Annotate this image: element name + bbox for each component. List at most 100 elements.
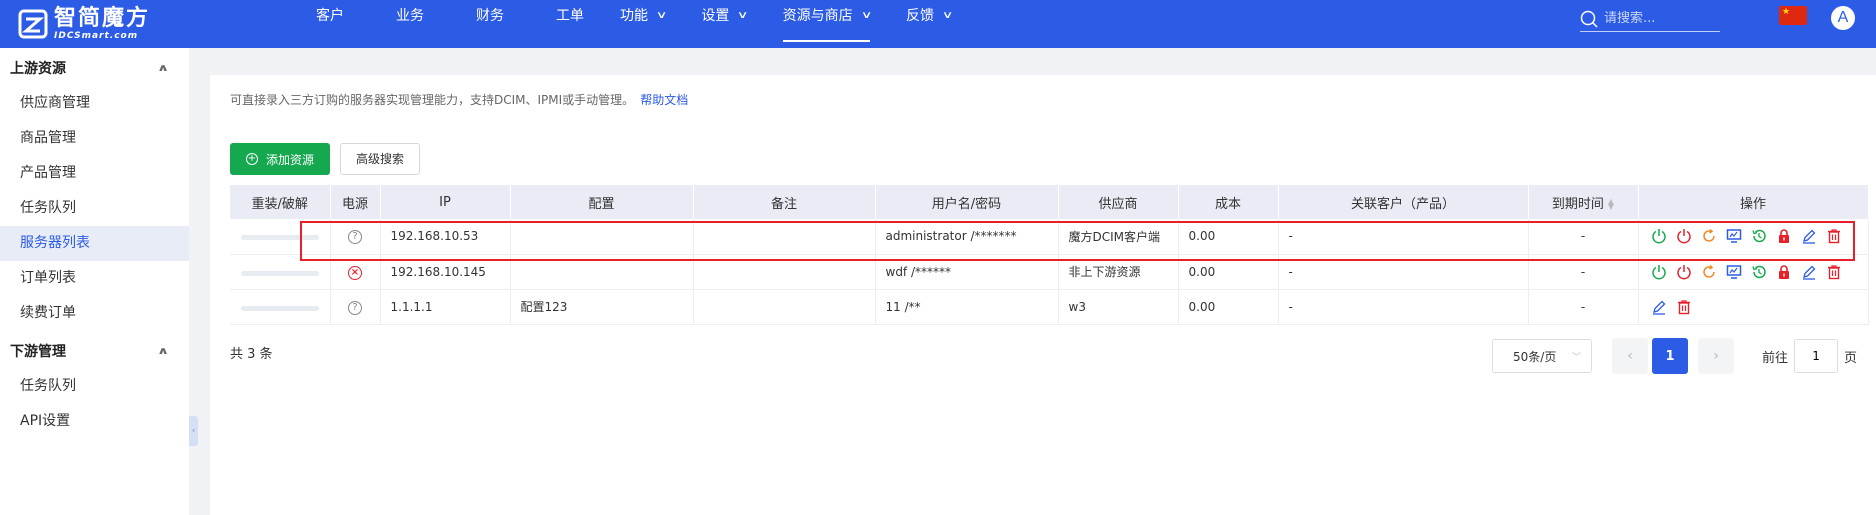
actions-cell (1638, 219, 1869, 255)
sidebar-item[interactable]: 商品管理 (0, 121, 189, 156)
page-unit-label: 页 (1844, 350, 1858, 366)
reinstall-progress-cell (230, 289, 331, 325)
brand-name: 智简魔方 (54, 5, 151, 31)
power-unknown-status-icon[interactable]: ? (348, 230, 362, 245)
power-status-cell: ? (330, 219, 381, 255)
sort-icon[interactable]: ▲ ▼ (1608, 198, 1614, 211)
chevron-down-icon: ∨ (860, 10, 873, 21)
page-size-select[interactable]: 50条/页 ﹀ (1492, 339, 1592, 373)
sidebar-item[interactable]: 产品管理 (0, 156, 189, 191)
cell-config: 配置123 (510, 289, 694, 325)
table-row: × 192.168.10.145 wdf /****** 非上下游资源 0.00- - (230, 254, 1869, 290)
cell-config (510, 219, 694, 255)
help-doc-link[interactable]: 帮助文档 (640, 93, 688, 107)
page-number-current[interactable]: 1 (1652, 338, 1688, 374)
brand-logo[interactable]: 智简魔方 IDCSmart.com (18, 6, 150, 42)
column-header-label: 关联客户（产品） (1350, 196, 1455, 212)
nav-item-label: 功能 (620, 8, 648, 24)
nav-item-5[interactable]: 设置 ∨ (685, 0, 762, 48)
column-header: 备注 (693, 185, 876, 219)
edit-icon[interactable] (1801, 264, 1817, 280)
server-table: 重装/破解 电源 IP 配置 备注 用户名/密码 供应商 成本 关联客户（产品） 到期时间 ▲ ▼ 操作… (230, 185, 1869, 325)
chevron-down-icon: ﹀ (1571, 352, 1581, 363)
table-row: ? 1.1.1.1 配置123 11 /** w3 0.00- - (230, 289, 1869, 325)
goto-page-input[interactable] (1794, 339, 1839, 373)
nav-item-3[interactable]: 工单 (540, 0, 600, 48)
cell-ip: 192.168.10.53 (380, 219, 511, 255)
chevron-up-icon: ∧ (156, 62, 170, 74)
chevron-down-icon: ∨ (655, 10, 668, 21)
search-input[interactable] (1604, 11, 1714, 26)
console-icon[interactable] (1726, 228, 1742, 244)
nav-item-label: 反馈 (905, 8, 934, 24)
edit-icon[interactable] (1801, 228, 1817, 244)
nav-item-label: 业务 (396, 8, 424, 24)
sidebar: 上游资源 ∧ 供应商管理 商品管理 产品管理 任务队列 服务器列表 订单列表 续费订单 下游管理 ∧… (0, 48, 189, 515)
column-header: 成本 (1178, 185, 1279, 219)
cell-cost: 0.00 (1178, 219, 1279, 255)
power-on-icon[interactable] (1651, 228, 1667, 244)
sidebar-item[interactable]: 订单列表 (0, 261, 189, 296)
actions-cell (1638, 289, 1869, 325)
delete-icon[interactable] (1676, 299, 1692, 315)
logo-cube-icon (18, 9, 48, 39)
console-icon[interactable] (1726, 264, 1742, 280)
prev-page-button[interactable]: ‹ (1612, 338, 1648, 374)
advanced-search-button[interactable]: 高级搜索 (340, 143, 420, 175)
column-header: 操作 (1638, 185, 1869, 219)
search-icon[interactable] (1580, 10, 1598, 28)
main-nav: 客户 业务 财务 工单 功能 ∨ 设置 ∨ 资源与商店 ∨ 反馈 ∨ (300, 0, 967, 48)
next-page-button[interactable]: › (1698, 338, 1734, 374)
history-icon[interactable] (1751, 228, 1767, 244)
sidebar-item[interactable]: 服务器列表 (0, 226, 189, 261)
edit-icon[interactable] (1651, 299, 1667, 315)
power-off-icon[interactable] (1676, 264, 1692, 280)
column-header-label: 供应商 (1098, 196, 1138, 212)
power-on-icon[interactable] (1651, 264, 1667, 280)
lock-icon[interactable] (1776, 228, 1792, 244)
sidebar-item[interactable]: 供应商管理 (0, 86, 189, 121)
delete-icon[interactable] (1826, 228, 1842, 244)
nav-item-0[interactable]: 客户 (300, 0, 360, 48)
column-header[interactable]: 到期时间 ▲ ▼ (1528, 185, 1639, 219)
cell-supplier: 魔方DCIM客户端 (1058, 219, 1179, 255)
nav-item-6[interactable]: 资源与商店 ∨ (767, 0, 886, 48)
sidebar-group-title: 下游管理 (10, 344, 66, 360)
power-unknown-status-icon[interactable]: ? (348, 300, 362, 315)
restart-icon[interactable] (1701, 228, 1717, 244)
nav-item-7[interactable]: 反馈 ∨ (890, 0, 967, 48)
nav-item-label: 设置 (701, 8, 730, 24)
user-avatar[interactable]: A (1831, 6, 1855, 30)
sidebar-item[interactable]: API设置 (0, 404, 189, 439)
sidebar-group-1[interactable]: 下游管理 ∧ (0, 333, 189, 369)
top-nav-bar: 智简魔方 IDCSmart.com 客户 业务 财务 工单 功能 ∨ 设置 ∨ 资源与商店 ∨ 反馈… (0, 0, 1876, 48)
history-icon[interactable] (1751, 264, 1767, 280)
sidebar-group-0[interactable]: 上游资源 ∧ (0, 50, 189, 86)
sidebar-item[interactable]: 任务队列 (0, 369, 189, 404)
restart-icon[interactable] (1701, 264, 1717, 280)
nav-item-4[interactable]: 功能 ∨ (604, 0, 681, 48)
column-header: IP (380, 185, 511, 219)
sidebar-collapse-handle[interactable]: ‹ (189, 416, 198, 446)
cell-credentials: administrator /******* (875, 219, 1059, 255)
power-off-status-icon[interactable]: × (348, 265, 362, 280)
language-flag-icon[interactable] (1779, 6, 1807, 25)
power-off-icon[interactable] (1676, 228, 1692, 244)
chevron-down-icon: ∨ (737, 10, 749, 21)
lock-icon[interactable] (1776, 264, 1792, 280)
sidebar-item[interactable]: 任务队列 (0, 191, 189, 226)
nav-item-label: 资源与商店 (782, 8, 853, 24)
page-description: 可直接录入三方订购的服务器实现管理能力，支持DCIM、IPMI或手动管理。 帮助文… (230, 91, 688, 108)
cell-expire: - (1528, 254, 1639, 290)
nav-item-1[interactable]: 业务 (380, 0, 440, 48)
table-row: ? 192.168.10.53 administrator /******* 魔方DC… (230, 219, 1869, 255)
goto-label: 前往 (1762, 350, 1789, 366)
delete-icon[interactable] (1826, 264, 1842, 280)
column-header-label: 配置 (588, 196, 615, 212)
cell-note (693, 254, 876, 290)
sidebar-item[interactable]: 续费订单 (0, 296, 189, 331)
chevron-left-icon: ‹ (1627, 348, 1633, 364)
nav-item-2[interactable]: 财务 (460, 0, 520, 48)
chevron-up-icon: ∧ (156, 345, 170, 357)
add-resource-button[interactable]: + 添加资源 (230, 143, 330, 175)
